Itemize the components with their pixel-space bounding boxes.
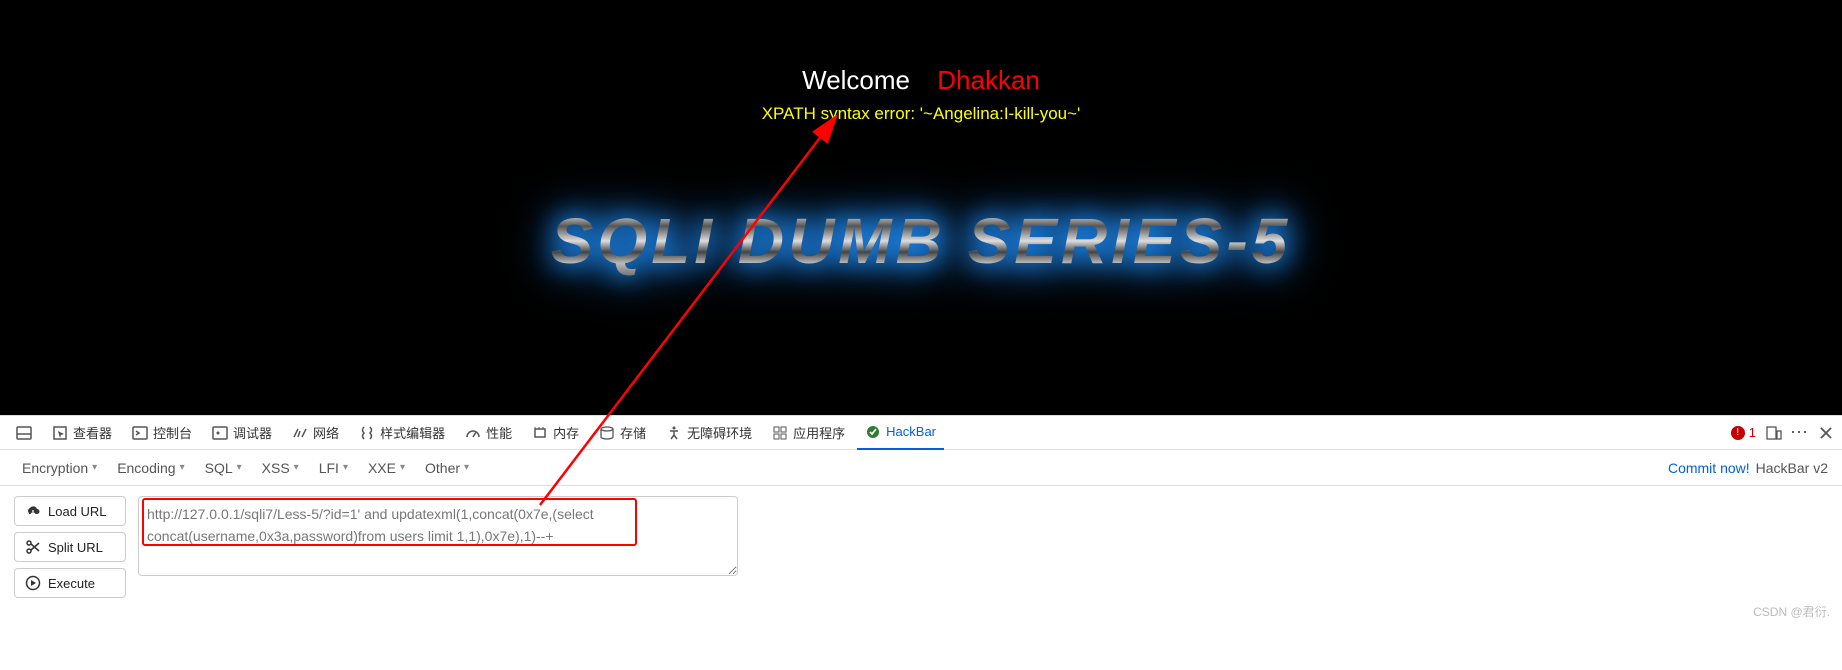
caret-down-icon: ▾ <box>92 462 97 473</box>
tab-label: 存储 <box>620 423 646 442</box>
tab-label: 样式编辑器 <box>380 423 445 442</box>
tab-label: 控制台 <box>153 423 192 442</box>
button-label: Execute <box>48 576 95 591</box>
xpath-error: XPATH syntax error: '~Angelina:I-kill-yo… <box>0 104 1842 124</box>
url-input-wrap <box>138 496 738 579</box>
tab-debugger[interactable]: 调试器 <box>204 416 280 450</box>
menu-encoding[interactable]: Encoding ▾ <box>109 456 192 480</box>
execute-button[interactable]: Execute <box>14 568 126 598</box>
watermark: CSDN @君衍. <box>1753 603 1830 620</box>
network-icon <box>292 425 308 441</box>
dock-icon <box>16 425 32 441</box>
menu-xss[interactable]: XSS ▾ <box>254 456 307 480</box>
console-icon <box>132 425 148 441</box>
sqli-page: Welcome Dhakkan XPATH syntax error: '~An… <box>0 0 1842 415</box>
button-label: Split URL <box>48 540 103 555</box>
menu-label: Other <box>425 460 460 476</box>
hackbar-menu-bar: Encryption ▾ Encoding ▾ SQL ▾ XSS ▾ LFI ▾ XXE… <box>0 450 1842 486</box>
devtools-right-controls: ! 1 ⋯ <box>1731 425 1834 441</box>
menu-label: LFI <box>319 460 339 476</box>
menu-sql[interactable]: SQL ▾ <box>197 456 250 480</box>
hackbar-button-column: Load URL Split URL Execute <box>14 496 126 598</box>
devtools-tab-bar: 查看器 控制台 调试器 网络 样式编辑器 性能 内存 存储 <box>0 416 1842 450</box>
menu-lfi[interactable]: LFI ▾ <box>311 456 356 480</box>
storage-icon <box>599 425 615 441</box>
tab-label: 网络 <box>313 423 339 442</box>
tab-label: 调试器 <box>233 423 272 442</box>
commit-now-link[interactable]: Commit now! <box>1668 460 1750 476</box>
dhakkan-text: Dhakkan <box>937 65 1040 95</box>
load-url-button[interactable]: Load URL <box>14 496 126 526</box>
hackbar-brand: HackBar v2 <box>1756 460 1828 476</box>
tab-label: 内存 <box>553 423 579 442</box>
tab-label: HackBar <box>886 424 936 439</box>
error-indicator[interactable]: ! 1 <box>1731 425 1756 440</box>
caret-down-icon: ▾ <box>294 462 299 473</box>
close-devtools-button[interactable] <box>1818 425 1834 441</box>
welcome-line: Welcome Dhakkan <box>0 65 1842 96</box>
tab-label: 查看器 <box>73 423 112 442</box>
tab-hackbar[interactable]: HackBar <box>857 416 944 450</box>
welcome-text: Welcome <box>802 65 910 95</box>
hackbar-icon <box>865 424 881 440</box>
caret-down-icon: ▾ <box>343 462 348 473</box>
style-icon <box>359 425 375 441</box>
tab-label: 性能 <box>486 423 512 442</box>
tab-label: 应用程序 <box>793 423 845 442</box>
inspector-icon <box>52 425 68 441</box>
hackbar-body: Load URL Split URL Execute <box>0 486 1842 608</box>
menu-label: XSS <box>262 460 290 476</box>
tab-storage[interactable]: 存储 <box>591 416 654 450</box>
series-title: SQLI DUMB SERIES-5 <box>0 204 1842 278</box>
menu-label: XXE <box>368 460 396 476</box>
tab-style-editor[interactable]: 样式编辑器 <box>351 416 453 450</box>
caret-down-icon: ▾ <box>464 462 469 473</box>
accessibility-icon <box>666 425 682 441</box>
debugger-icon <box>212 425 228 441</box>
performance-icon <box>465 425 481 441</box>
caret-down-icon: ▾ <box>180 462 185 473</box>
tab-inspector[interactable]: 查看器 <box>44 416 120 450</box>
error-count: 1 <box>1749 425 1756 440</box>
responsive-mode-button[interactable] <box>1766 425 1782 441</box>
scissors-icon <box>25 539 41 555</box>
menu-xxe[interactable]: XXE ▾ <box>360 456 413 480</box>
tab-console[interactable]: 控制台 <box>124 416 200 450</box>
more-options-button[interactable]: ⋯ <box>1792 425 1808 441</box>
play-icon <box>25 575 41 591</box>
menu-label: Encryption <box>22 460 88 476</box>
tab-network[interactable]: 网络 <box>284 416 347 450</box>
menu-other[interactable]: Other ▾ <box>417 456 477 480</box>
devtools-panel: 查看器 控制台 调试器 网络 样式编辑器 性能 内存 存储 <box>0 415 1842 670</box>
tab-memory[interactable]: 内存 <box>524 416 587 450</box>
tab-performance[interactable]: 性能 <box>457 416 520 450</box>
tab-label: 无障碍环境 <box>687 423 752 442</box>
menu-label: SQL <box>205 460 233 476</box>
url-input[interactable] <box>138 496 738 576</box>
menu-encryption[interactable]: Encryption ▾ <box>14 456 105 480</box>
button-label: Load URL <box>48 504 107 519</box>
memory-icon <box>532 425 548 441</box>
error-icon: ! <box>1731 426 1745 440</box>
menu-label: Encoding <box>117 460 175 476</box>
tab-application[interactable]: 应用程序 <box>764 416 853 450</box>
caret-down-icon: ▾ <box>400 462 405 473</box>
dock-side-button[interactable] <box>8 416 40 450</box>
split-url-button[interactable]: Split URL <box>14 532 126 562</box>
tab-accessibility[interactable]: 无障碍环境 <box>658 416 760 450</box>
application-icon <box>772 425 788 441</box>
caret-down-icon: ▾ <box>237 462 242 473</box>
cloud-download-icon <box>25 503 41 519</box>
